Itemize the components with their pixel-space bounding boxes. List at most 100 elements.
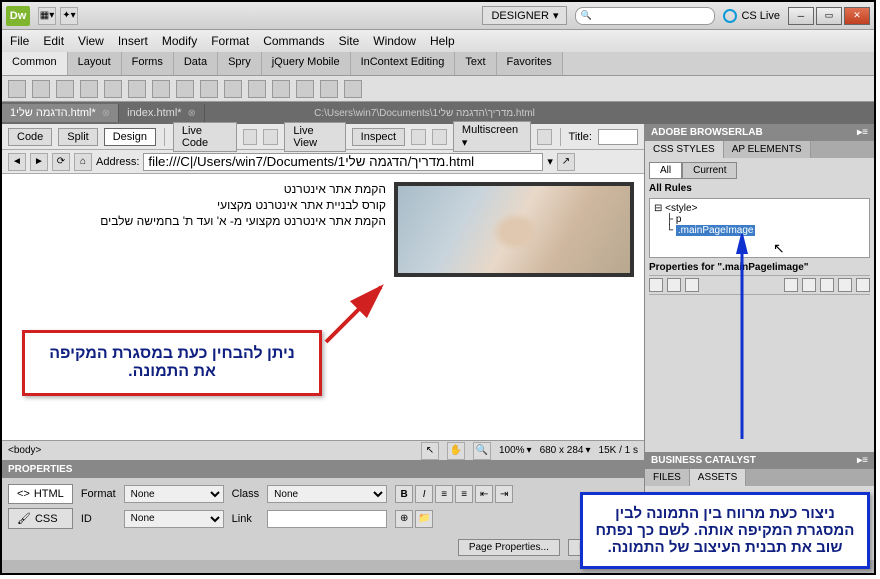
insert-icon[interactable] bbox=[176, 80, 194, 98]
menu-file[interactable]: File bbox=[10, 34, 29, 48]
menu-help[interactable]: Help bbox=[430, 34, 455, 48]
prop-icon[interactable] bbox=[856, 278, 870, 292]
menu-modify[interactable]: Modify bbox=[162, 34, 197, 48]
tag-selector[interactable]: <body> bbox=[8, 445, 41, 456]
zoom-level[interactable]: 100% ▾ bbox=[499, 445, 532, 456]
css-styles-tab[interactable]: CSS STYLES bbox=[645, 141, 724, 158]
outdent-button[interactable]: ⇤ bbox=[475, 485, 493, 503]
insert-icon[interactable] bbox=[128, 80, 146, 98]
html-tab[interactable]: <> HTML bbox=[8, 484, 73, 504]
inspect-button[interactable]: Inspect bbox=[352, 128, 405, 146]
address-options-icon[interactable]: ↗ bbox=[557, 153, 575, 171]
insert-icon[interactable] bbox=[224, 80, 242, 98]
extend-menu-icon[interactable]: ✦▾ bbox=[60, 7, 78, 25]
split-view-button[interactable]: Split bbox=[58, 128, 97, 146]
insert-tab-data[interactable]: Data bbox=[174, 52, 218, 75]
insert-tab-incontext[interactable]: InContext Editing bbox=[351, 52, 456, 75]
bold-button[interactable]: B bbox=[395, 485, 413, 503]
business-catalyst-header[interactable]: BUSINESS CATALYST▸≡ bbox=[645, 452, 874, 469]
toolbar-icon[interactable] bbox=[537, 129, 552, 145]
toolbar-icon[interactable] bbox=[263, 129, 278, 145]
id-select[interactable]: None bbox=[124, 510, 224, 528]
menu-window[interactable]: Window bbox=[373, 34, 416, 48]
insert-icon[interactable] bbox=[200, 80, 218, 98]
properties-header[interactable]: PROPERTIES bbox=[2, 461, 644, 478]
insert-icon[interactable] bbox=[344, 80, 362, 98]
css-tab[interactable]: 🖌 CSS bbox=[8, 508, 73, 529]
current-button[interactable]: Current bbox=[682, 162, 737, 179]
menu-site[interactable]: Site bbox=[339, 34, 360, 48]
menu-view[interactable]: View bbox=[78, 34, 104, 48]
insert-icon[interactable] bbox=[320, 80, 338, 98]
insert-icon[interactable] bbox=[272, 80, 290, 98]
browserlab-panel-header[interactable]: ADOBE BROWSERLAB▸≡ bbox=[645, 124, 874, 141]
insert-icon[interactable] bbox=[248, 80, 266, 98]
refresh-button[interactable]: ⟳ bbox=[52, 153, 70, 171]
italic-button[interactable]: I bbox=[415, 485, 433, 503]
minimize-button[interactable]: ─ bbox=[788, 7, 814, 25]
status-icon[interactable]: ↖ bbox=[421, 442, 439, 460]
code-view-button[interactable]: Code bbox=[8, 128, 52, 146]
all-button[interactable]: All bbox=[649, 162, 682, 179]
toolbar-icon[interactable] bbox=[243, 129, 258, 145]
link-browse-icon[interactable]: 📁 bbox=[415, 510, 433, 528]
link-input[interactable] bbox=[267, 510, 387, 528]
multiscreen-button[interactable]: Multiscreen ▾ bbox=[453, 121, 531, 152]
menu-commands[interactable]: Commands bbox=[263, 34, 324, 48]
insert-icon[interactable] bbox=[104, 80, 122, 98]
cs-live-button[interactable]: CS Live bbox=[723, 9, 780, 23]
insert-tab-jquery[interactable]: jQuery Mobile bbox=[262, 52, 351, 75]
prop-icon[interactable] bbox=[802, 278, 816, 292]
insert-tab-text[interactable]: Text bbox=[455, 52, 496, 75]
design-view-button[interactable]: Design bbox=[104, 128, 156, 146]
insert-tab-spry[interactable]: Spry bbox=[218, 52, 262, 75]
insert-icon[interactable] bbox=[8, 80, 26, 98]
doc-tab[interactable]: הדגמה שלי1.html*⊗ bbox=[2, 104, 119, 122]
menu-insert[interactable]: Insert bbox=[118, 34, 148, 48]
css-rules-tree[interactable]: ⊟ <style> ├ p └ .mainPageImage bbox=[649, 198, 870, 258]
close-tab-icon[interactable]: ⊗ bbox=[102, 108, 110, 119]
list-ol-button[interactable]: ≡ bbox=[455, 485, 473, 503]
back-button[interactable]: ◄ bbox=[8, 153, 26, 171]
toolbar-icon[interactable] bbox=[411, 129, 426, 145]
insert-tab-forms[interactable]: Forms bbox=[122, 52, 174, 75]
assets-tab[interactable]: ASSETS bbox=[690, 469, 746, 486]
menu-format[interactable]: Format bbox=[211, 34, 249, 48]
toolbar-icon[interactable] bbox=[432, 129, 447, 145]
close-button[interactable]: ✕ bbox=[844, 7, 870, 25]
insert-icon[interactable] bbox=[296, 80, 314, 98]
maximize-button[interactable]: ▭ bbox=[816, 7, 842, 25]
insert-tab-layout[interactable]: Layout bbox=[68, 52, 122, 75]
files-tab[interactable]: FILES bbox=[645, 469, 690, 486]
class-select[interactable]: None bbox=[267, 485, 387, 503]
live-view-button[interactable]: Live View bbox=[284, 122, 345, 152]
design-canvas[interactable]: הקמת אתר אינטרנט קורס לבניית אתר אינטרנט… bbox=[2, 174, 644, 440]
insert-icon[interactable] bbox=[152, 80, 170, 98]
menu-edit[interactable]: Edit bbox=[43, 34, 64, 48]
prop-icon[interactable] bbox=[838, 278, 852, 292]
insert-tab-common[interactable]: Common bbox=[2, 52, 68, 75]
format-select[interactable]: None bbox=[124, 485, 224, 503]
address-input[interactable] bbox=[143, 153, 543, 171]
insert-icon[interactable] bbox=[32, 80, 50, 98]
insert-icon[interactable] bbox=[80, 80, 98, 98]
prop-icon[interactable] bbox=[667, 278, 681, 292]
layout-menu-icon[interactable]: ▦▾ bbox=[38, 7, 56, 25]
main-page-image[interactable] bbox=[394, 182, 634, 277]
insert-tab-favorites[interactable]: Favorites bbox=[497, 52, 563, 75]
page-properties-button[interactable]: Page Properties... bbox=[458, 539, 560, 556]
prop-icon[interactable] bbox=[820, 278, 834, 292]
forward-button[interactable]: ► bbox=[30, 153, 48, 171]
prop-icon[interactable] bbox=[649, 278, 663, 292]
close-tab-icon[interactable]: ⊗ bbox=[188, 108, 196, 119]
ap-elements-tab[interactable]: AP ELEMENTS bbox=[724, 141, 811, 158]
workspace-switcher[interactable]: DESIGNER▾ bbox=[482, 6, 567, 25]
doc-tab[interactable]: index.html*⊗ bbox=[119, 104, 205, 122]
canvas-dimensions[interactable]: 680 x 284 ▾ bbox=[540, 445, 591, 456]
live-code-button[interactable]: Live Code bbox=[173, 122, 237, 152]
prop-icon[interactable] bbox=[685, 278, 699, 292]
title-input[interactable] bbox=[598, 129, 638, 145]
home-button[interactable]: ⌂ bbox=[74, 153, 92, 171]
search-input[interactable] bbox=[575, 7, 715, 25]
list-ul-button[interactable]: ≡ bbox=[435, 485, 453, 503]
